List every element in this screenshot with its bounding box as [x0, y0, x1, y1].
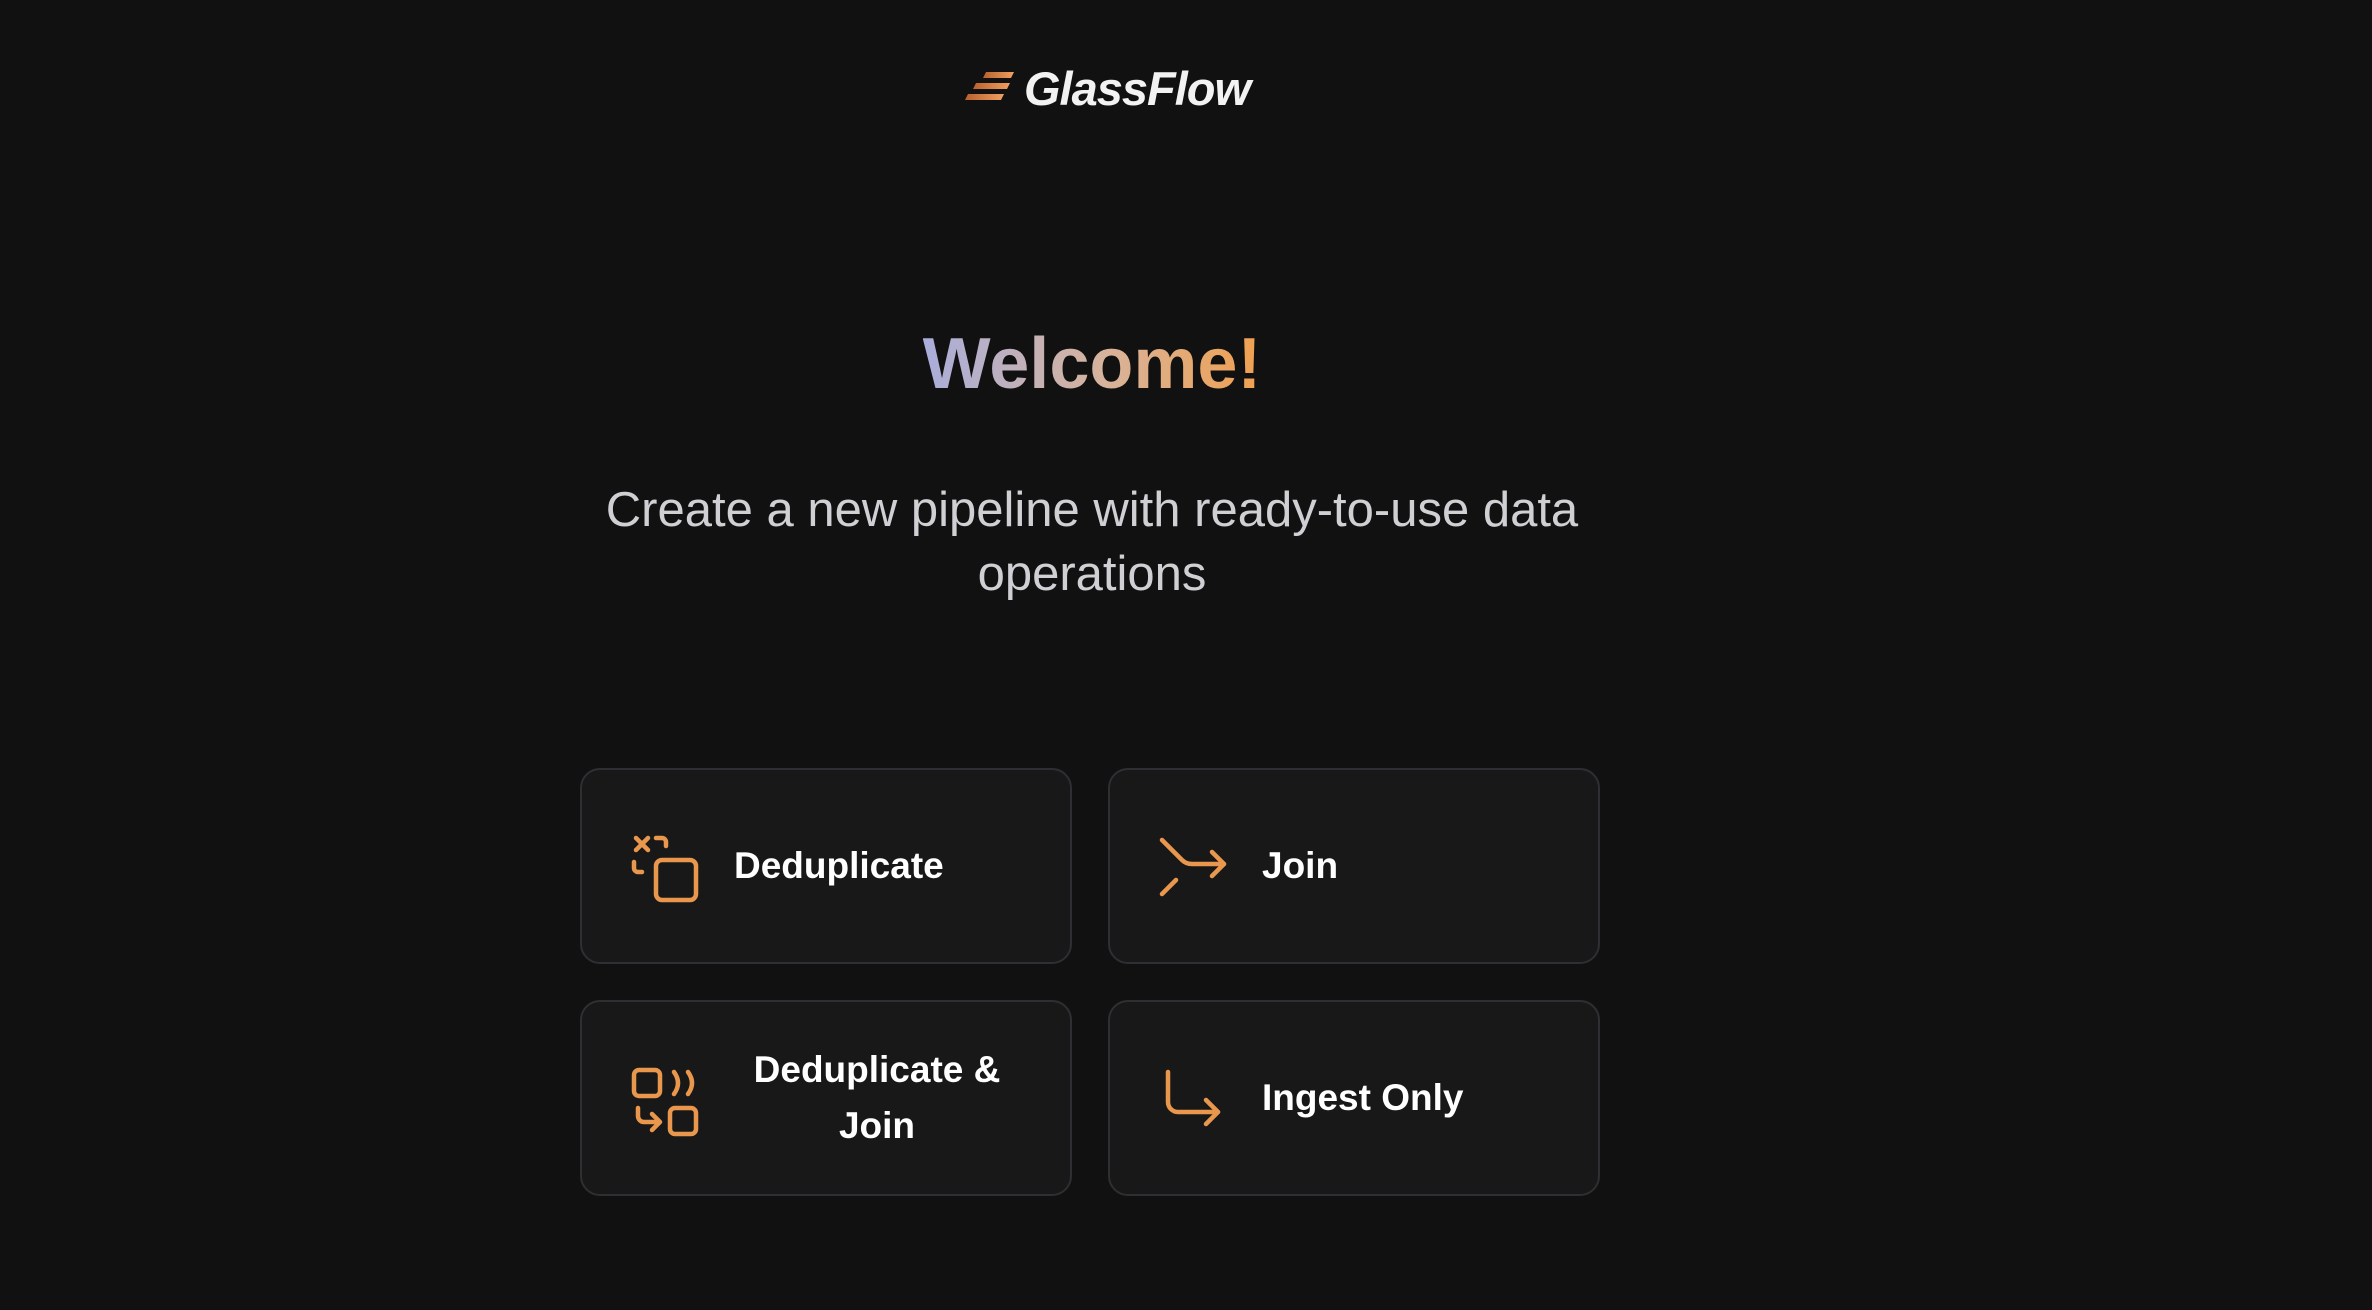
deduplicate-join-label: Deduplicate & Join: [753, 1049, 1001, 1146]
brand-name: GlassFlow: [1024, 61, 1251, 115]
deduplicate-join-icon: [631, 1067, 699, 1137]
ingest-only-label: Ingest Only: [1262, 1077, 1464, 1118]
page-title: Welcome!: [0, 322, 2184, 406]
ingest-only-card[interactable]: Ingest Only: [1108, 1000, 1600, 1196]
join-icon: [1159, 837, 1227, 897]
join-label: Join: [1262, 845, 1339, 886]
join-card[interactable]: Join: [1108, 768, 1600, 964]
glassflow-logo: GlassFlow: [964, 56, 1254, 120]
page-subtitle: Create a new pipeline with ready-to-use …: [605, 483, 1579, 601]
deduplicate-join-card[interactable]: Deduplicate & Join: [580, 1000, 1072, 1196]
ingest-icon: [1165, 1069, 1221, 1127]
welcome-page: GlassFlow Welcome! Create a new pipeline…: [0, 0, 2372, 1310]
welcome-title: Welcome!: [922, 324, 1262, 404]
glassflow-logo-mark-icon: [965, 72, 1014, 100]
deduplicate-card[interactable]: Deduplicate: [580, 768, 1072, 964]
deduplicate-icon: [631, 835, 699, 903]
deduplicate-label: Deduplicate: [734, 845, 944, 886]
